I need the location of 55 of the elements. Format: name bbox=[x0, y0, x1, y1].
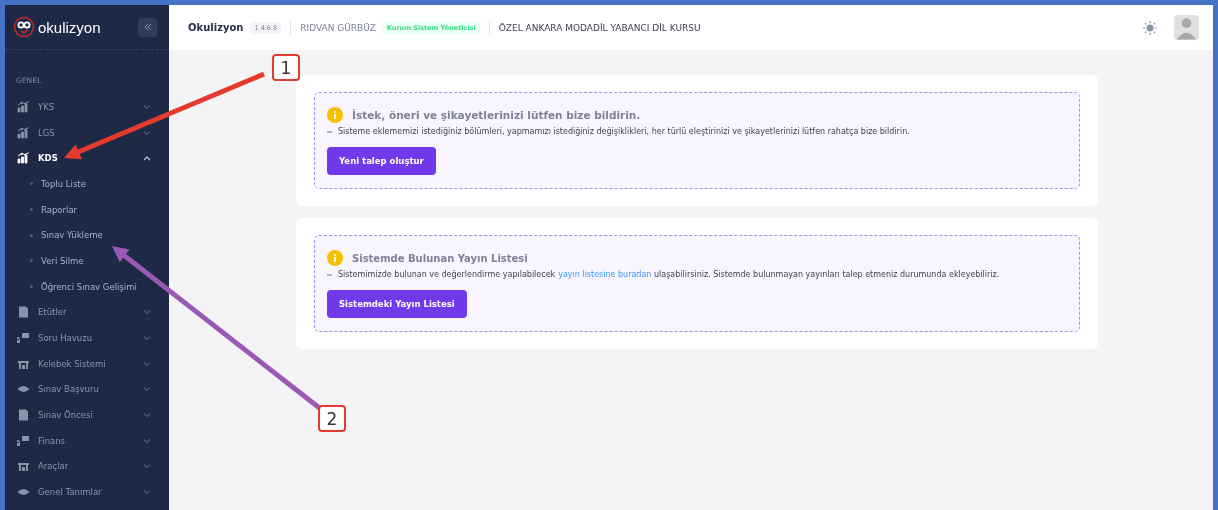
theme-icon[interactable] bbox=[1143, 20, 1157, 35]
callout-number: 2 bbox=[318, 405, 346, 432]
chevron-icon bbox=[143, 309, 151, 316]
menu-icon bbox=[17, 434, 30, 447]
chevron-icon bbox=[143, 463, 151, 470]
notice-text: Sisteme eklememizi istediğiniz bölümleri, yapmamızı istediğiniz değişiklikleri, her türlü eleştirinizi ve şikayetlerinizi lütfen rahatça bize bildirin. bbox=[338, 127, 910, 136]
notice-title: Sistemde Bulunan Yayın Listesi bbox=[352, 252, 528, 264]
submenu-item[interactable]: Raporlar bbox=[5, 196, 169, 223]
info-icon bbox=[327, 250, 343, 266]
sidebar-item[interactable]: LGS bbox=[5, 119, 169, 146]
link[interactable]: yayın listesine buradan bbox=[558, 270, 652, 279]
action-button[interactable]: Yeni talep oluştur bbox=[327, 147, 436, 175]
sidebar-item[interactable]: Kelebek Sistemi bbox=[5, 350, 169, 377]
menu-icon bbox=[17, 306, 30, 319]
menu-icon bbox=[17, 100, 30, 113]
sidebar-item[interactable]: Etütler bbox=[5, 299, 169, 326]
submenu-item[interactable]: Veri Silme bbox=[5, 248, 169, 274]
info-icon bbox=[327, 107, 343, 123]
callout-number: 1 bbox=[272, 54, 300, 81]
institution-name: ÖZEL ANKARA MODADİL YABANCI DİL KURSU bbox=[498, 22, 701, 33]
sidebar-item[interactable]: Sınav Öncesi bbox=[5, 402, 169, 428]
chevron-icon bbox=[143, 386, 151, 393]
chevron-icon bbox=[143, 412, 151, 419]
menu-icon bbox=[17, 460, 30, 473]
chevron-icon bbox=[143, 437, 151, 444]
user-name: RIDVAN GÜRBÜZ bbox=[300, 22, 376, 33]
menu-icon bbox=[17, 332, 30, 345]
double-chevron-icon bbox=[142, 22, 153, 32]
app-name: Okulizyon bbox=[188, 22, 244, 33]
sidebar-item[interactable]: Finans bbox=[5, 427, 169, 454]
notice-title: İstek, öneri ve şikayetlerinizi lütfen bize bildirin. bbox=[352, 109, 641, 121]
sidebar-item[interactable]: Genel Tanımlar bbox=[5, 479, 169, 505]
sidebar-item[interactable]: Sınav Başvuru bbox=[5, 376, 169, 403]
chevron-icon bbox=[143, 103, 151, 110]
avatar[interactable] bbox=[1174, 15, 1199, 40]
menu-icon bbox=[17, 409, 30, 422]
sidebar-item[interactable]: KDS bbox=[5, 145, 169, 172]
sidebar-item[interactable]: Araçlar bbox=[5, 453, 169, 480]
notice-text: Sistemimizde bulunan ve değerlendirme yapılabilecek yayın listesine buradan ulaşabilirsiniz. Sistemde bulunmayan yayınları talep etmeniz durumunda ekleyebiliriz. bbox=[338, 270, 1000, 279]
collapse-button[interactable] bbox=[138, 17, 157, 37]
menu-icon bbox=[17, 152, 30, 165]
chevron-icon bbox=[143, 335, 151, 342]
logo-icon bbox=[13, 16, 35, 38]
submenu-item[interactable]: Toplu Liste bbox=[5, 171, 169, 197]
sidebar-item[interactable]: Soru Havuzu bbox=[5, 325, 169, 351]
chevron-icon bbox=[143, 489, 151, 496]
logo-text: okulizyon bbox=[38, 18, 101, 36]
chevron-icon bbox=[143, 129, 151, 136]
action-button[interactable]: Sistemdeki Yayın Listesi bbox=[327, 290, 467, 318]
menu-icon bbox=[17, 126, 30, 139]
submenu-item[interactable]: Öğrenci Sınav Gelişimi bbox=[5, 273, 169, 300]
sidebar-item[interactable]: YKS bbox=[5, 94, 169, 120]
chevron-icon bbox=[143, 155, 151, 162]
submenu-item[interactable]: Sınav Yükleme bbox=[5, 222, 169, 249]
chevron-icon bbox=[143, 360, 151, 367]
